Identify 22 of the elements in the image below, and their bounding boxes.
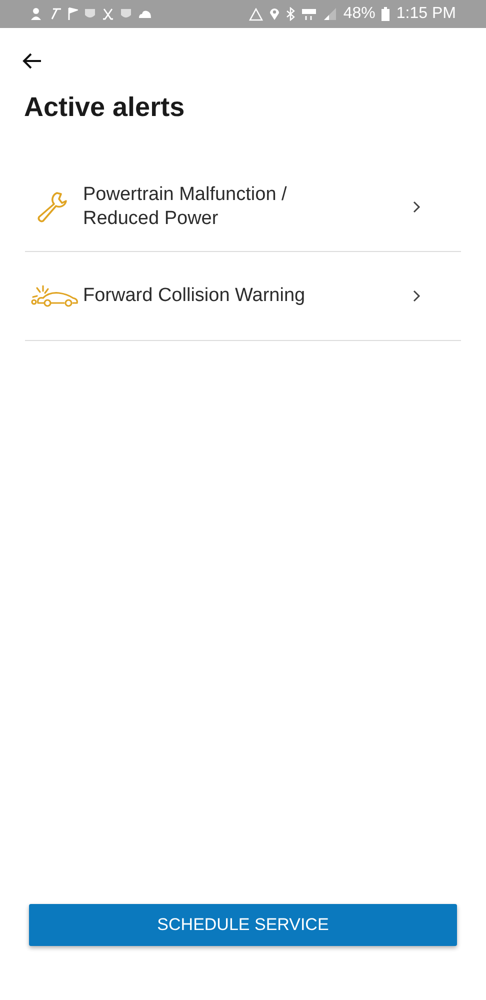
bluetooth-icon bbox=[286, 7, 296, 21]
chevron-icon bbox=[413, 201, 421, 213]
battery-icon bbox=[381, 7, 390, 21]
alert-label: Powertrain Malfunction / Reduced Power bbox=[83, 183, 288, 231]
shield-icon bbox=[84, 8, 96, 20]
cloud-icon bbox=[138, 9, 152, 19]
chevron-icon bbox=[413, 290, 421, 302]
alert-item[interactable]: Forward Collision Warning bbox=[25, 252, 461, 341]
location-icon bbox=[269, 7, 280, 21]
network-icon bbox=[301, 7, 318, 21]
alert-label: Forward Collision Warning bbox=[83, 284, 306, 308]
battery-percent: 48% bbox=[343, 5, 376, 23]
collision-icon bbox=[31, 285, 79, 307]
signal-icon bbox=[323, 8, 338, 20]
clock-time: 1:15 PM bbox=[396, 5, 456, 23]
alert-item[interactable]: Powertrain Malfunction / Reduced Power bbox=[25, 163, 461, 252]
schedule-service-button[interactable]: SCHEDULE SERVICE bbox=[29, 904, 457, 946]
flag-icon bbox=[68, 7, 78, 21]
contact-icon bbox=[30, 7, 44, 21]
shield-icon bbox=[120, 8, 132, 20]
sticks-icon bbox=[102, 8, 114, 20]
page-title: Active alerts bbox=[24, 92, 185, 123]
